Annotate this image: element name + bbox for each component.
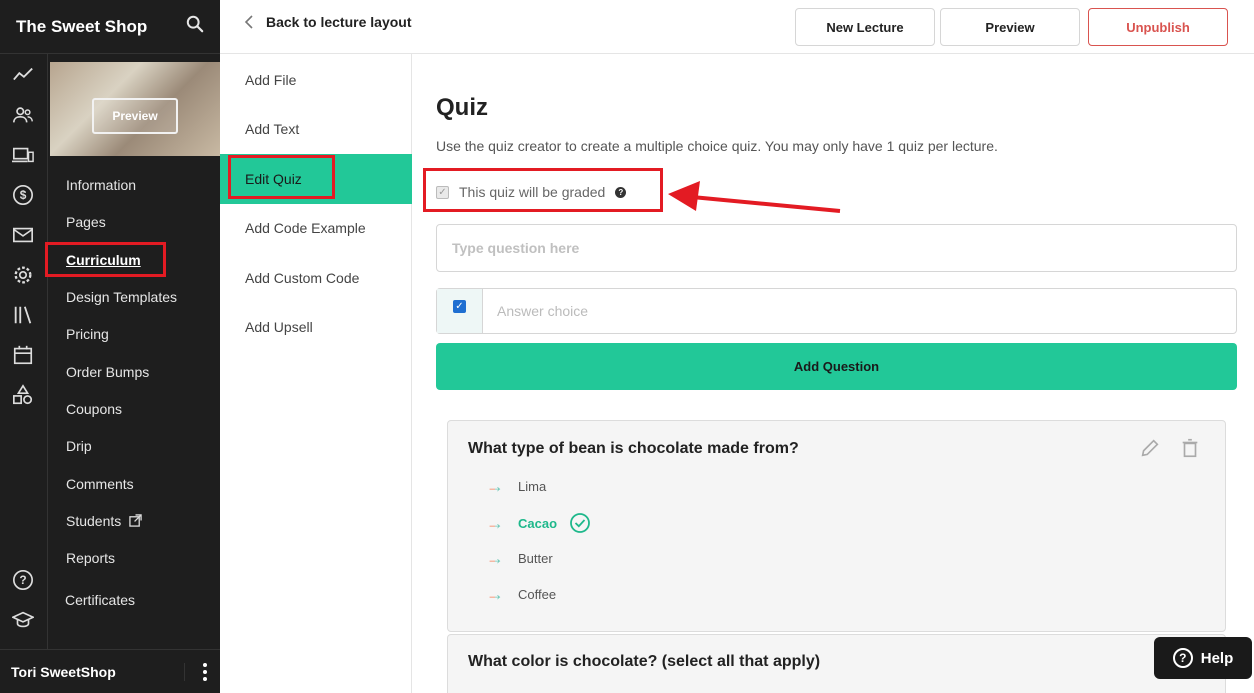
brand-header: The Sweet Shop bbox=[0, 0, 220, 54]
quiz-description: Use the quiz creator to create a multipl… bbox=[436, 138, 998, 154]
devices-icon[interactable] bbox=[10, 142, 36, 168]
library-icon[interactable] bbox=[10, 302, 36, 328]
search-icon[interactable] bbox=[186, 15, 204, 38]
page-title: Quiz bbox=[436, 94, 488, 121]
check-circle-icon bbox=[570, 513, 590, 533]
arrow-right-icon: → bbox=[486, 512, 504, 533]
course-thumbnail: Preview bbox=[50, 62, 220, 156]
block-add-text[interactable]: Add Text bbox=[220, 104, 412, 154]
new-lecture-button[interactable]: New Lecture bbox=[795, 8, 935, 46]
back-to-lecture-link[interactable]: Back to lecture layout bbox=[244, 14, 412, 30]
arrow-right-icon: → bbox=[486, 584, 504, 604]
quiz-editor: Quiz Use the quiz creator to create a mu… bbox=[412, 54, 1254, 693]
answer-choice-correct: → Cacao bbox=[486, 512, 591, 534]
answer-choice: → Coffee bbox=[486, 584, 556, 605]
unpublish-button[interactable]: Unpublish bbox=[1088, 8, 1228, 46]
calendar-icon[interactable] bbox=[10, 342, 36, 368]
curriculum-highlight-box bbox=[45, 242, 166, 277]
dollar-icon[interactable]: $ bbox=[10, 182, 36, 208]
sidebar-item-design-templates[interactable]: Design Templates bbox=[66, 289, 177, 305]
add-question-button[interactable]: Add Question bbox=[436, 343, 1237, 390]
sidebar-item-pages[interactable]: Pages bbox=[66, 214, 106, 230]
external-link-icon bbox=[129, 514, 142, 527]
icon-rail: $ ? bbox=[0, 54, 48, 649]
question-card: What color is chocolate? (select all tha… bbox=[447, 634, 1226, 693]
sidebar-item-reports[interactable]: Reports bbox=[66, 550, 115, 566]
answer-choice: → Butter bbox=[486, 548, 553, 569]
answer-correct-checkbox[interactable]: ✓ bbox=[453, 300, 466, 313]
graduation-cap-icon[interactable] bbox=[10, 607, 36, 633]
graded-checkbox[interactable]: ✓ bbox=[436, 185, 449, 199]
block-add-code-example[interactable]: Add Code Example bbox=[220, 203, 412, 253]
sidebar-item-information[interactable]: Information bbox=[66, 177, 136, 193]
choice-text: Coffee bbox=[518, 587, 557, 602]
pencil-icon[interactable] bbox=[1139, 437, 1161, 459]
answer-correct-cell: ✓ bbox=[437, 289, 483, 333]
block-add-upsell[interactable]: Add Upsell bbox=[220, 302, 412, 352]
graded-option[interactable]: ✓ This quiz will be graded ? bbox=[436, 184, 627, 200]
question-title: What type of bean is chocolate made from… bbox=[468, 440, 799, 457]
annotation-arrow-icon bbox=[668, 181, 841, 213]
sidebar-item-order-bumps[interactable]: Order Bumps bbox=[66, 364, 149, 380]
choice-text: Cacao bbox=[518, 515, 558, 531]
help-icon: ? bbox=[1172, 648, 1193, 668]
block-add-file[interactable]: Add File bbox=[220, 55, 412, 105]
sidebar-item-comments[interactable]: Comments bbox=[66, 476, 134, 492]
shapes-icon[interactable] bbox=[10, 382, 36, 408]
sidebar-item-drip[interactable]: Drip bbox=[66, 438, 92, 454]
top-bar: Back to lecture layout New Lecture Previ… bbox=[220, 0, 1254, 54]
block-list: Add File Add Text Edit Quiz Add Code Exa… bbox=[220, 54, 412, 693]
help-circle-icon[interactable]: ? bbox=[10, 567, 36, 593]
block-add-custom-code[interactable]: Add Custom Code bbox=[220, 253, 412, 303]
answer-choice-input[interactable] bbox=[483, 289, 1236, 333]
gear-icon[interactable] bbox=[10, 262, 36, 288]
question-actions bbox=[1139, 437, 1201, 459]
trash-icon[interactable] bbox=[1179, 437, 1201, 459]
main-sidebar: The Sweet Shop $ ? Preview Information P… bbox=[0, 0, 220, 693]
preview-button[interactable]: Preview bbox=[940, 8, 1080, 46]
sidebar-item-coupons[interactable]: Coupons bbox=[66, 401, 122, 417]
sidebar-item-certificates[interactable]: Certificates bbox=[65, 592, 135, 608]
help-button[interactable]: ? Help bbox=[1154, 637, 1252, 679]
users-icon[interactable] bbox=[10, 102, 36, 128]
arrow-right-icon: → bbox=[486, 476, 504, 496]
svg-text:$: $ bbox=[20, 188, 27, 202]
answer-choice: → Lima bbox=[486, 476, 546, 497]
choice-text: Butter bbox=[518, 551, 553, 566]
thumbnail-preview-button[interactable]: Preview bbox=[92, 98, 178, 134]
sidebar-item-students[interactable]: Students bbox=[66, 513, 142, 529]
question-input[interactable] bbox=[436, 224, 1237, 272]
help-label: Help bbox=[1200, 649, 1234, 667]
analytics-icon[interactable] bbox=[10, 62, 36, 88]
chevron-left-icon bbox=[244, 15, 253, 29]
mail-icon[interactable] bbox=[10, 222, 36, 248]
sidebar-footer: Tori SweetShop bbox=[0, 649, 220, 693]
back-label: Back to lecture layout bbox=[266, 14, 412, 30]
answer-choice-row: ✓ bbox=[436, 288, 1237, 334]
user-name[interactable]: Tori SweetShop bbox=[11, 664, 116, 680]
svg-text:?: ? bbox=[19, 573, 26, 587]
question-card: What type of bean is chocolate made from… bbox=[447, 420, 1226, 632]
graded-label: This quiz will be graded bbox=[459, 184, 606, 200]
more-options-icon[interactable] bbox=[184, 662, 210, 681]
sidebar-item-pricing[interactable]: Pricing bbox=[66, 326, 109, 342]
choice-text: Lima bbox=[518, 479, 547, 494]
arrow-right-icon: → bbox=[486, 548, 504, 568]
question-title: What color is chocolate? (select all tha… bbox=[468, 653, 821, 670]
edit-quiz-highlight-box bbox=[228, 155, 335, 199]
brand-title[interactable]: The Sweet Shop bbox=[16, 17, 147, 37]
question-mark-icon[interactable]: ? bbox=[615, 186, 627, 198]
sidebar-item-label: Students bbox=[66, 513, 122, 529]
